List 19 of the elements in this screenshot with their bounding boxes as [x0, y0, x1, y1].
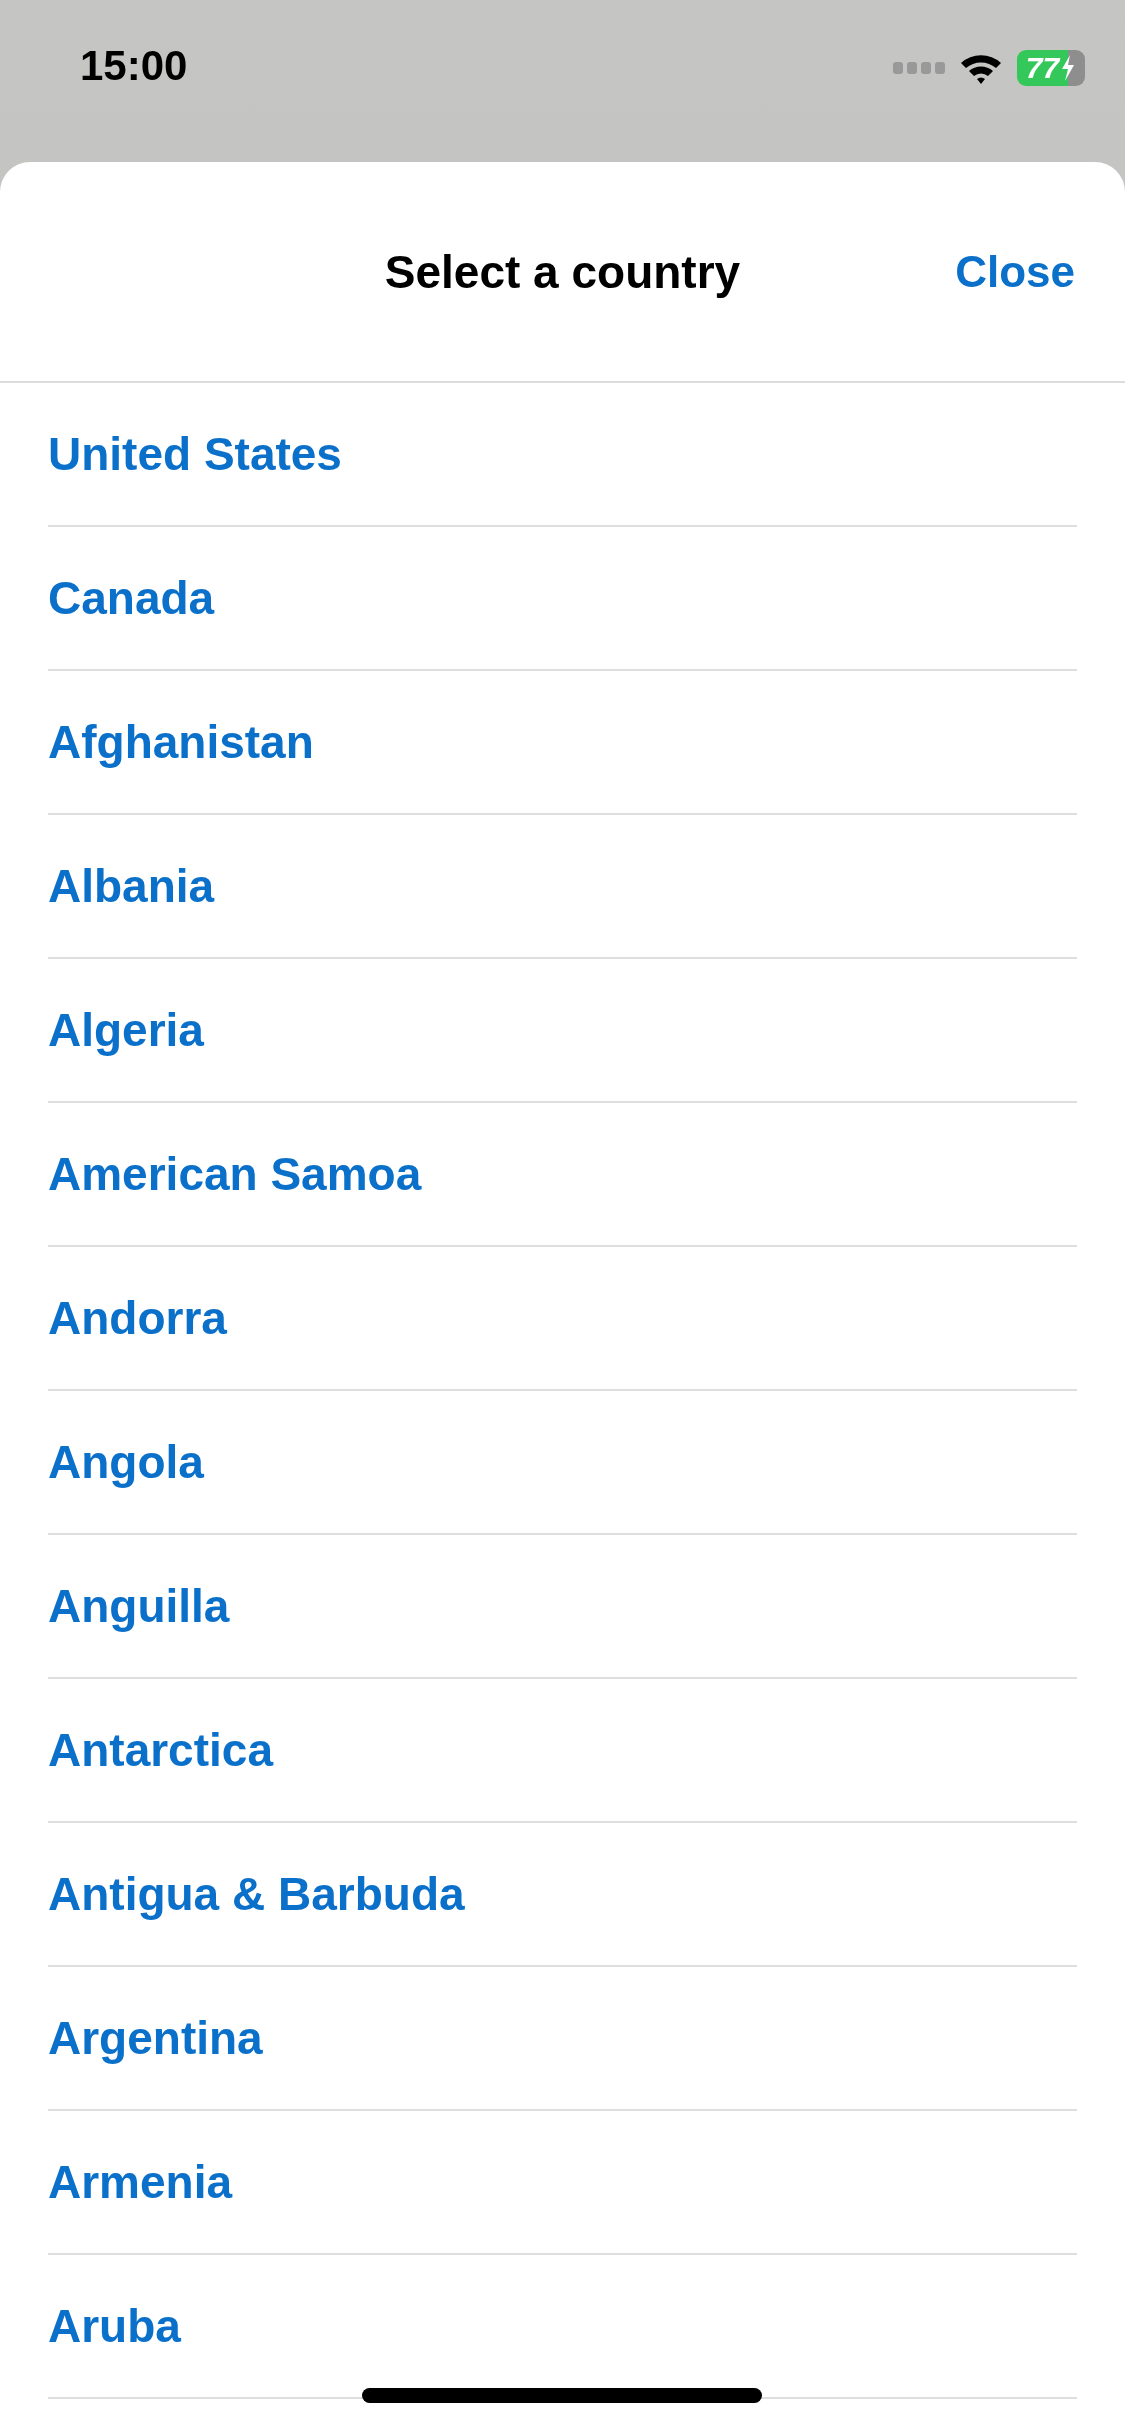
signal-icon	[893, 62, 945, 74]
country-item[interactable]: Albania	[48, 859, 215, 913]
close-button[interactable]: Close	[955, 246, 1075, 297]
battery-icon: 77	[1017, 50, 1085, 86]
sheet-title: Select a country	[384, 244, 741, 299]
country-item[interactable]: Armenia	[48, 2155, 233, 2209]
country-item[interactable]: United States	[48, 427, 342, 481]
country-item[interactable]: Algeria	[48, 1003, 204, 1057]
country-item[interactable]: Aruba	[48, 2299, 181, 2353]
country-item[interactable]: American Samoa	[48, 1147, 422, 1201]
country-item[interactable]: Afghanistan	[48, 715, 314, 769]
country-item[interactable]: Angola	[48, 1435, 204, 1489]
country-item[interactable]: Argentina	[48, 2011, 263, 2065]
country-item[interactable]: Anguilla	[48, 1579, 230, 1633]
status-time: 15:00	[80, 42, 188, 90]
country-item[interactable]: Canada	[48, 571, 215, 625]
country-item[interactable]: Antarctica	[48, 1723, 273, 1777]
country-item[interactable]: Andorra	[48, 1291, 227, 1345]
country-item[interactable]: Antigua & Barbuda	[48, 1867, 465, 1921]
